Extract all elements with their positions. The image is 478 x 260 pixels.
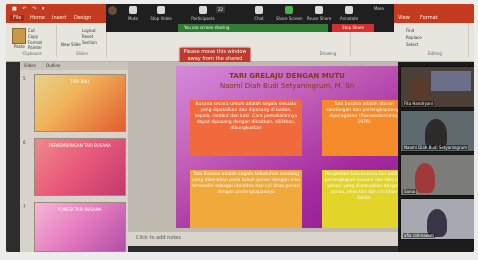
editing-caption: Editing	[428, 51, 442, 56]
slide-thumbnail[interactable]: TARI BALI	[34, 74, 126, 132]
slide-thumbnail[interactable]: PERKEMBANGAN TARI BUSANA	[34, 138, 126, 196]
pause-share-button[interactable]: Pause Share	[306, 6, 332, 21]
slide-thumbnail[interactable]: FUNGSI TARI BUSANA	[34, 202, 126, 252]
thumbnail-title: TARI BALI	[70, 79, 90, 84]
paste-icon[interactable]	[12, 28, 26, 44]
stop-video-button[interactable]: Stop Video	[148, 6, 174, 21]
text-box-definition-4[interactable]: Pengertian tata busana tari adalah perle…	[322, 170, 398, 228]
zoom-toolbar: Mute Stop Video Participants 22 Chat Sha…	[106, 4, 394, 32]
notes-pane[interactable]: Click to add notes	[128, 232, 398, 246]
pane-tabs: Slides Outline	[20, 62, 128, 70]
quick-access-toolbar[interactable]: ■ ↶ ↷ ▾	[12, 6, 46, 12]
tab-outline[interactable]: Outline	[46, 63, 60, 68]
microphone-icon	[129, 6, 137, 14]
reset-button[interactable]: Reset	[82, 34, 93, 39]
layout-button[interactable]: Layout	[82, 28, 96, 33]
participant-figure	[415, 163, 435, 193]
copy-button[interactable]: Copy	[28, 34, 38, 39]
thumbnail-title: FUNGSI TARI BUSANA	[58, 207, 102, 212]
participant-name: afia rahmawati	[403, 233, 436, 238]
stop-video-label: Stop Video	[150, 16, 172, 21]
participant-name: Naomi Diah Budi Setyaningrum	[403, 145, 469, 150]
participant-name: Fita Handryani	[403, 101, 435, 106]
select-button[interactable]: Select	[406, 42, 418, 47]
video-tile[interactable]: Sania	[400, 154, 474, 196]
participant-figure	[411, 77, 429, 103]
slides-caption: Slides	[76, 51, 88, 56]
participants-button[interactable]: Participants	[190, 6, 216, 21]
chat-icon	[255, 6, 263, 14]
tab-insert[interactable]: Insert	[52, 15, 66, 21]
tab-slides[interactable]: Slides	[24, 63, 36, 68]
cut-button[interactable]: Cut	[28, 28, 35, 33]
share-screen-label: Share Screen	[276, 16, 303, 21]
video-tile[interactable]: afia rahmawati	[400, 198, 474, 240]
current-slide[interactable]: TARI GRELAJU DENGAN MUTU Naomi Diah Budi…	[176, 66, 398, 228]
video-tile[interactable]: Fita Handryani	[400, 66, 474, 108]
slide-subtitle: Naomi Diah Budi Setyaningrum, M. Sn	[219, 82, 355, 90]
share-status-text: You are screen sharing	[184, 25, 230, 30]
tab-format[interactable]: Format	[420, 15, 438, 21]
drawing-caption: Drawing	[319, 51, 337, 56]
participants-count: 22	[216, 6, 226, 13]
thumbnail-title: PERKEMBANGAN TARI BUSANA	[49, 143, 111, 148]
tab-view[interactable]: View	[398, 15, 410, 21]
text-box-definition-2[interactable]: Tata busana adalah aturan sandangan dan …	[322, 100, 398, 156]
chat-label: Chat	[254, 16, 264, 21]
share-status-bar: You are screen sharing	[178, 24, 328, 32]
thumb-number: 5	[23, 76, 26, 81]
pause-icon	[315, 6, 323, 14]
participants-icon	[199, 6, 207, 14]
mute-label: Mute	[127, 16, 138, 21]
text-box-definition-3[interactable]: Tata Busana adalah segala kebutuhan sand…	[190, 170, 302, 228]
video-tile[interactable]: Naomi Diah Budi Setyaningrum	[400, 110, 474, 152]
thumb-number: 7	[23, 204, 26, 209]
tab-file[interactable]: File	[10, 15, 25, 21]
monitor-screen: ■ ↶ ↷ ▾ File Home Insert Design View For…	[6, 4, 474, 252]
mute-button[interactable]: Mute	[120, 6, 146, 21]
find-button[interactable]: Find	[406, 28, 414, 33]
clipboard-caption: Clipboard	[22, 51, 42, 56]
chat-button[interactable]: Chat	[246, 6, 272, 21]
text-box-definition-1[interactable]: Busana secara umum adalah segala sesuatu…	[190, 100, 302, 156]
clipboard-group: Paste Cut Copy Format Painter Clipboard	[8, 25, 57, 57]
annotate-label: Annotate	[339, 16, 359, 21]
paste-button[interactable]: Paste	[14, 44, 25, 49]
participants-label: Participants	[191, 16, 215, 21]
tab-home[interactable]: Home	[30, 15, 45, 21]
presenter-avatar	[108, 6, 117, 15]
tab-design[interactable]: Design	[74, 15, 91, 21]
pause-share-label: Pause Share	[306, 16, 332, 21]
replace-button[interactable]: Replace	[406, 35, 422, 40]
format-painter-button[interactable]: Format Painter	[28, 40, 56, 50]
new-slide-button[interactable]: New Slide	[61, 42, 81, 47]
slide-thumbnails-pane: Slides Outline 5 TARI BALI 6 PERKEMBANGA…	[20, 62, 128, 252]
editing-group: Find Replace Select Editing	[402, 25, 469, 57]
participant-name: Sania	[403, 189, 417, 194]
thumb-number: 6	[23, 140, 26, 145]
poster-background	[431, 71, 471, 91]
notes-placeholder: Click to add notes	[136, 235, 181, 241]
slides-group: New Slide Layout Reset Section Slides	[58, 25, 107, 57]
camera-icon	[157, 6, 165, 14]
slide-title: TARI GRELAJU DENGAN MUTU	[229, 72, 345, 80]
video-gallery: Fita Handryani Naomi Diah Budi Setyaning…	[398, 62, 474, 252]
section-button[interactable]: Section	[82, 40, 97, 45]
stop-share-button[interactable]: Stop Share	[332, 24, 374, 32]
share-screen-button[interactable]: Share Screen	[276, 6, 303, 21]
share-screen-icon	[285, 6, 293, 14]
more-button[interactable]: More	[374, 6, 384, 11]
annotate-icon	[345, 6, 353, 14]
photo-of-screen: ■ ↶ ↷ ▾ File Home Insert Design View For…	[0, 0, 478, 260]
annotate-button[interactable]: Annotate	[336, 6, 362, 21]
